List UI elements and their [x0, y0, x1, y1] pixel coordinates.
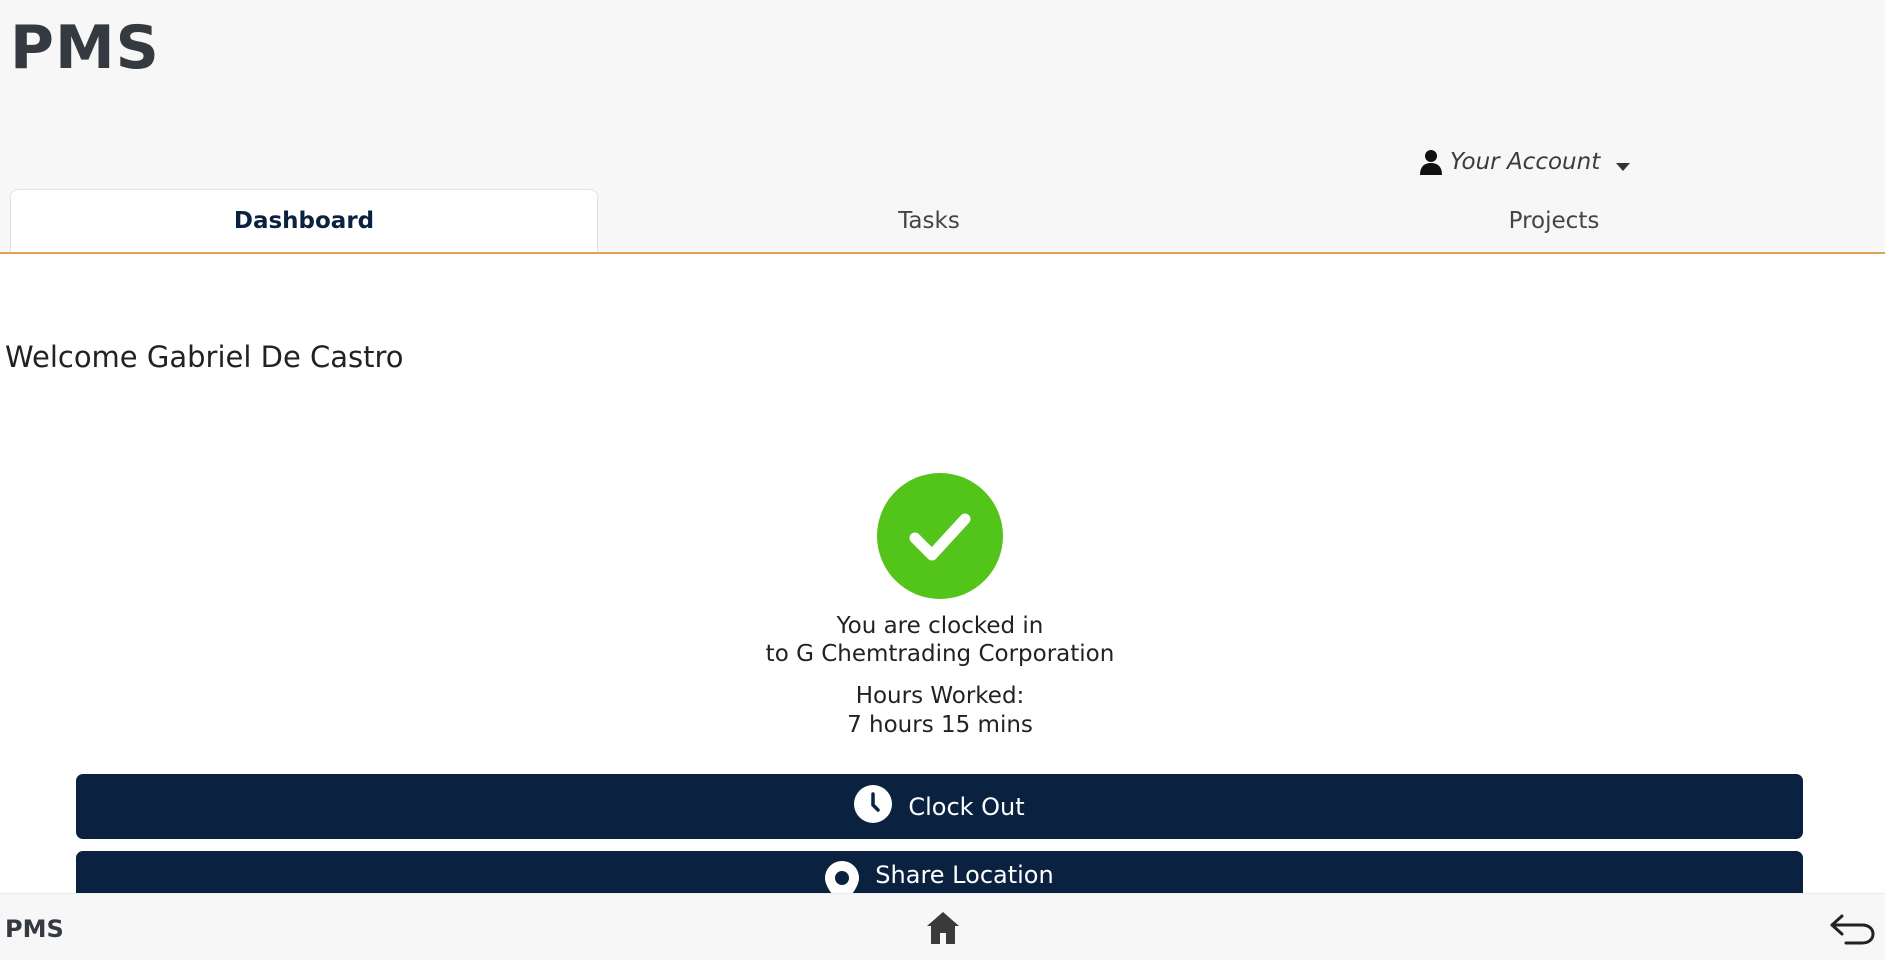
user-icon [1420, 149, 1442, 175]
caret-down-icon [1616, 157, 1631, 171]
footer-brand: PMS [5, 915, 64, 943]
tab-tasks[interactable]: Tasks [635, 189, 1223, 252]
clock-icon [854, 784, 893, 829]
clock-status: You are clocked in to G Chemtrading Corp… [640, 612, 1240, 668]
clock-status-company: to G Chemtrading Corporation [765, 641, 1115, 667]
back-arrow-icon[interactable] [1828, 912, 1876, 946]
main-tabs: Dashboard Tasks Projects [10, 189, 1885, 252]
welcome-heading: Welcome Gabriel De Castro [5, 340, 404, 374]
account-label: Your Account [1450, 149, 1601, 175]
tab-dashboard[interactable]: Dashboard [10, 189, 599, 252]
clock-status-line1: You are clocked in [836, 613, 1044, 639]
hours-worked-value: 7 hours 15 mins [847, 712, 1033, 738]
account-dropdown[interactable]: Your Account [1420, 145, 1631, 179]
hours-worked-label: Hours Worked: [855, 683, 1025, 709]
clock-out-button[interactable]: Clock Out [76, 774, 1803, 839]
tab-projects[interactable]: Projects [1260, 189, 1848, 252]
check-circle-icon [877, 473, 1003, 599]
bottom-bar: PMS [0, 893, 1885, 960]
share-location-label: Share Location [875, 861, 1054, 889]
clock-out-label: Clock Out [908, 792, 1025, 821]
hours-worked: Hours Worked: 7 hours 15 mins [640, 682, 1240, 740]
home-icon[interactable] [925, 910, 961, 946]
app-header: PMS Your Account Dashboard Tasks Project… [0, 0, 1885, 254]
app-title: PMS [10, 13, 160, 83]
